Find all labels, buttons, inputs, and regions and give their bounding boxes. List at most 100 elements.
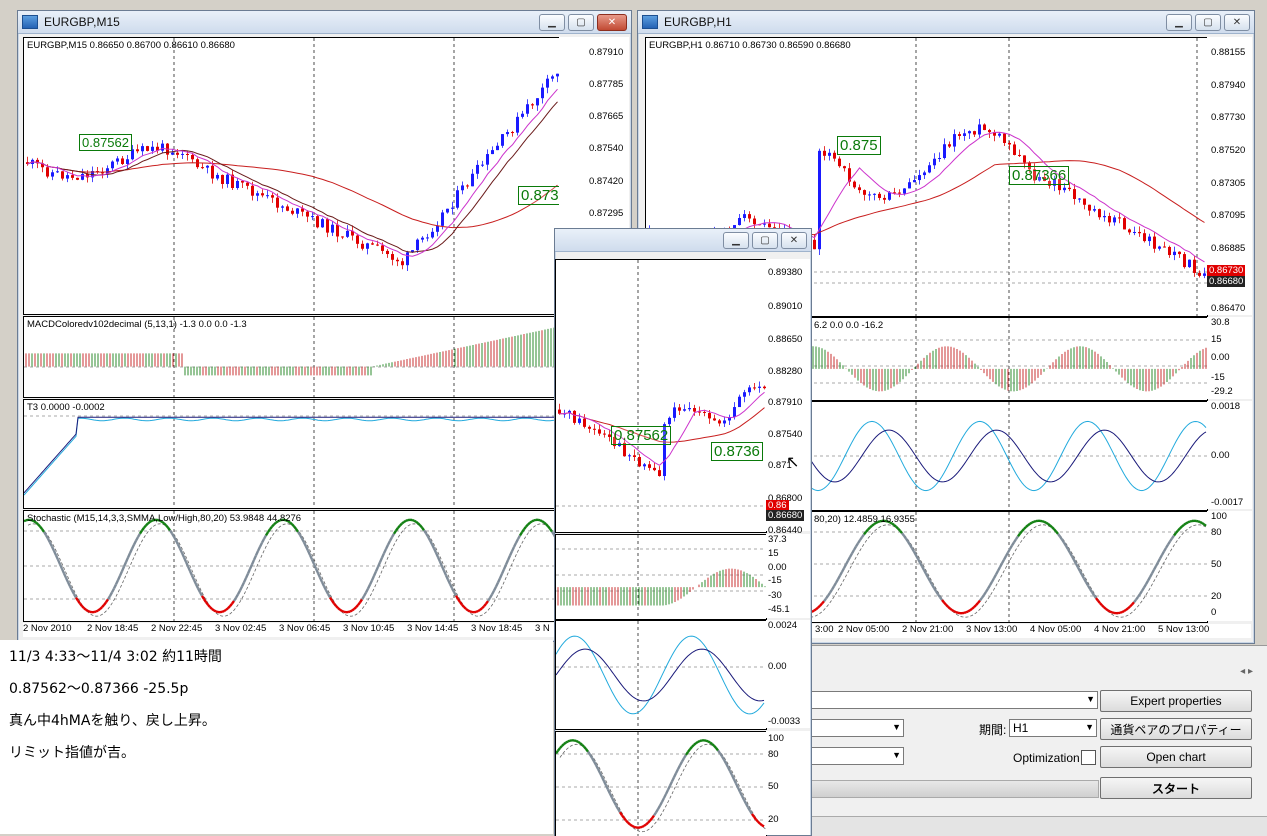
candle-body (291, 211, 294, 214)
stochastic-main-line (682, 758, 684, 761)
stochastic-main-line (244, 578, 246, 582)
stochastic-main-line (508, 556, 510, 560)
stochastic-main-line (550, 529, 552, 532)
stochastic-main-line (66, 578, 68, 582)
price-pane-overlay[interactable]: 0.87562 0.8736 (555, 259, 767, 533)
stochastic-main-line (640, 827, 642, 828)
tester-scroll-arrows[interactable]: ◂ ▸ (1240, 666, 1253, 677)
stochastic-main-line (548, 526, 550, 529)
stochastic-main-line (930, 581, 932, 585)
stochastic-main-line (542, 521, 544, 522)
tester-tabs-strip[interactable] (808, 816, 1267, 836)
stochastic-main-line (448, 580, 450, 584)
stochastic-main-line (342, 611, 344, 612)
stochastic-main-line (858, 540, 860, 543)
maximize-button[interactable]: ▢ (752, 232, 778, 249)
close-button[interactable]: ✕ (597, 14, 627, 31)
strategy-tester-panel[interactable]: ◂ ▸ ▼ Expert properties ▼ 期間: H1▼ 通貨ペアのプ… (808, 645, 1267, 835)
stochastic-main-line (722, 756, 724, 759)
minimize-button[interactable]: ▁ (539, 14, 565, 31)
stochastic-main-line (144, 525, 146, 527)
candle-body (878, 194, 881, 198)
candle-body (256, 193, 259, 195)
stochastic-main-line (272, 524, 274, 526)
stochastic-main-line (598, 769, 600, 773)
titlebar-h1[interactable]: EURGBP,H1 ▁ ▢ ✕ (638, 11, 1254, 34)
price-tick: 0.87305 (1211, 178, 1245, 189)
stochastic-main-line (98, 609, 100, 610)
stochastic-main-line (442, 566, 444, 571)
stochastic-main-line (320, 578, 322, 582)
stochastic-main-line (264, 535, 266, 539)
maximize-button[interactable]: ▢ (568, 14, 594, 31)
titlebar-overlay[interactable]: ▁ ▢ ✕ (555, 229, 811, 252)
stochastic-main-line (644, 825, 646, 826)
stochastic-main-line (384, 549, 386, 553)
candle-body (1093, 209, 1096, 211)
titlebar-m15[interactable]: EURGBP,M15 ▁ ▢ ✕ (18, 11, 631, 34)
price-callout: 0.87366 (1009, 166, 1069, 185)
stochastic-pane-m15[interactable]: Stochastic (M15,14,3,3,SMMA,Low/High,80,… (23, 510, 560, 622)
expert-select[interactable]: ▼ (808, 691, 1098, 709)
stochastic-main-line (1120, 612, 1122, 613)
chart-window-overlay[interactable]: ▁ ▢ ✕ 0.87562 0.8736 0.89380 0.89010 0.8… (554, 228, 812, 836)
macd-pane-m15[interactable]: MACDColoredv102decimal (5,13,1) -1.3 0.0… (23, 316, 560, 398)
candle-body (336, 225, 339, 237)
stochastic-main-line (606, 785, 608, 789)
candle-body (928, 165, 931, 172)
expert-properties-button[interactable]: Expert properties (1100, 690, 1252, 712)
close-button[interactable]: ✕ (781, 232, 807, 249)
stochastic-main-line (182, 553, 184, 557)
stochastic-main-line (418, 523, 420, 525)
stochastic-main-line (1090, 589, 1092, 592)
candle-body (496, 146, 499, 150)
t3-pane-m15[interactable]: T3 0.0000 -0.0002 (23, 399, 560, 509)
stochastic-main-line (484, 604, 486, 606)
candle-body (436, 226, 439, 232)
model-select[interactable]: ▼ (808, 747, 904, 765)
candle-body (748, 387, 751, 392)
stochastic-main-line (1190, 521, 1192, 522)
stochastic-main-line (118, 576, 120, 580)
price-tick: 0.86470 (1211, 303, 1245, 314)
stochastic-main-line (376, 567, 378, 572)
close-button[interactable]: ✕ (1224, 14, 1250, 31)
symbol-properties-button[interactable]: 通貨ペアのプロパティー (1100, 718, 1252, 740)
stochastic-main-line (226, 608, 228, 610)
time-tick: 4 Nov 05:00 (1030, 624, 1081, 635)
candle-body (1133, 232, 1136, 233)
t3-tick: 0.00 (1211, 450, 1230, 461)
candle-body (491, 150, 494, 154)
macd-pane-overlay[interactable] (555, 534, 767, 620)
chevron-down-icon: ▼ (892, 722, 901, 732)
candle-body (598, 429, 601, 433)
stochastic-main-line (814, 609, 816, 610)
period-select[interactable]: H1▼ (1009, 719, 1097, 737)
minimize-button[interactable]: ▁ (723, 232, 749, 249)
candle-body (476, 165, 479, 174)
price-pane-m15[interactable]: EURGBP,M15 0.86650 0.86700 0.86610 0.866… (23, 37, 560, 315)
t3-pane-overlay[interactable] (555, 620, 767, 730)
candle-body (733, 407, 736, 417)
maximize-icon: ▢ (760, 235, 769, 246)
stochastic-main-line (812, 611, 814, 612)
window-title: EURGBP,H1 (664, 15, 1163, 29)
price-tick: 0.87540 (589, 143, 623, 154)
stochastic-main-line (656, 809, 658, 812)
start-button[interactable]: スタート (1100, 777, 1252, 799)
minimize-button[interactable]: ▁ (1166, 14, 1192, 31)
stochastic-main-line (296, 529, 298, 532)
stochastic-main-line (1032, 522, 1034, 523)
maximize-button[interactable]: ▢ (1195, 14, 1221, 31)
stochastic-main-line (1184, 523, 1186, 524)
open-chart-button[interactable]: Open chart (1100, 746, 1252, 768)
price-chart (24, 38, 559, 314)
stochastic-main-line (440, 562, 442, 567)
chart-window-m15[interactable]: EURGBP,M15 ▁ ▢ ✕ EURGBP,M15 0.86650 0.86… (17, 10, 632, 642)
symbol-select[interactable]: ▼ (808, 719, 904, 737)
candle-body (743, 392, 746, 397)
candle-body (481, 165, 484, 166)
stochastic-pane-overlay[interactable] (555, 731, 767, 836)
optimization-checkbox[interactable] (1081, 750, 1096, 765)
candle-body (316, 216, 319, 227)
